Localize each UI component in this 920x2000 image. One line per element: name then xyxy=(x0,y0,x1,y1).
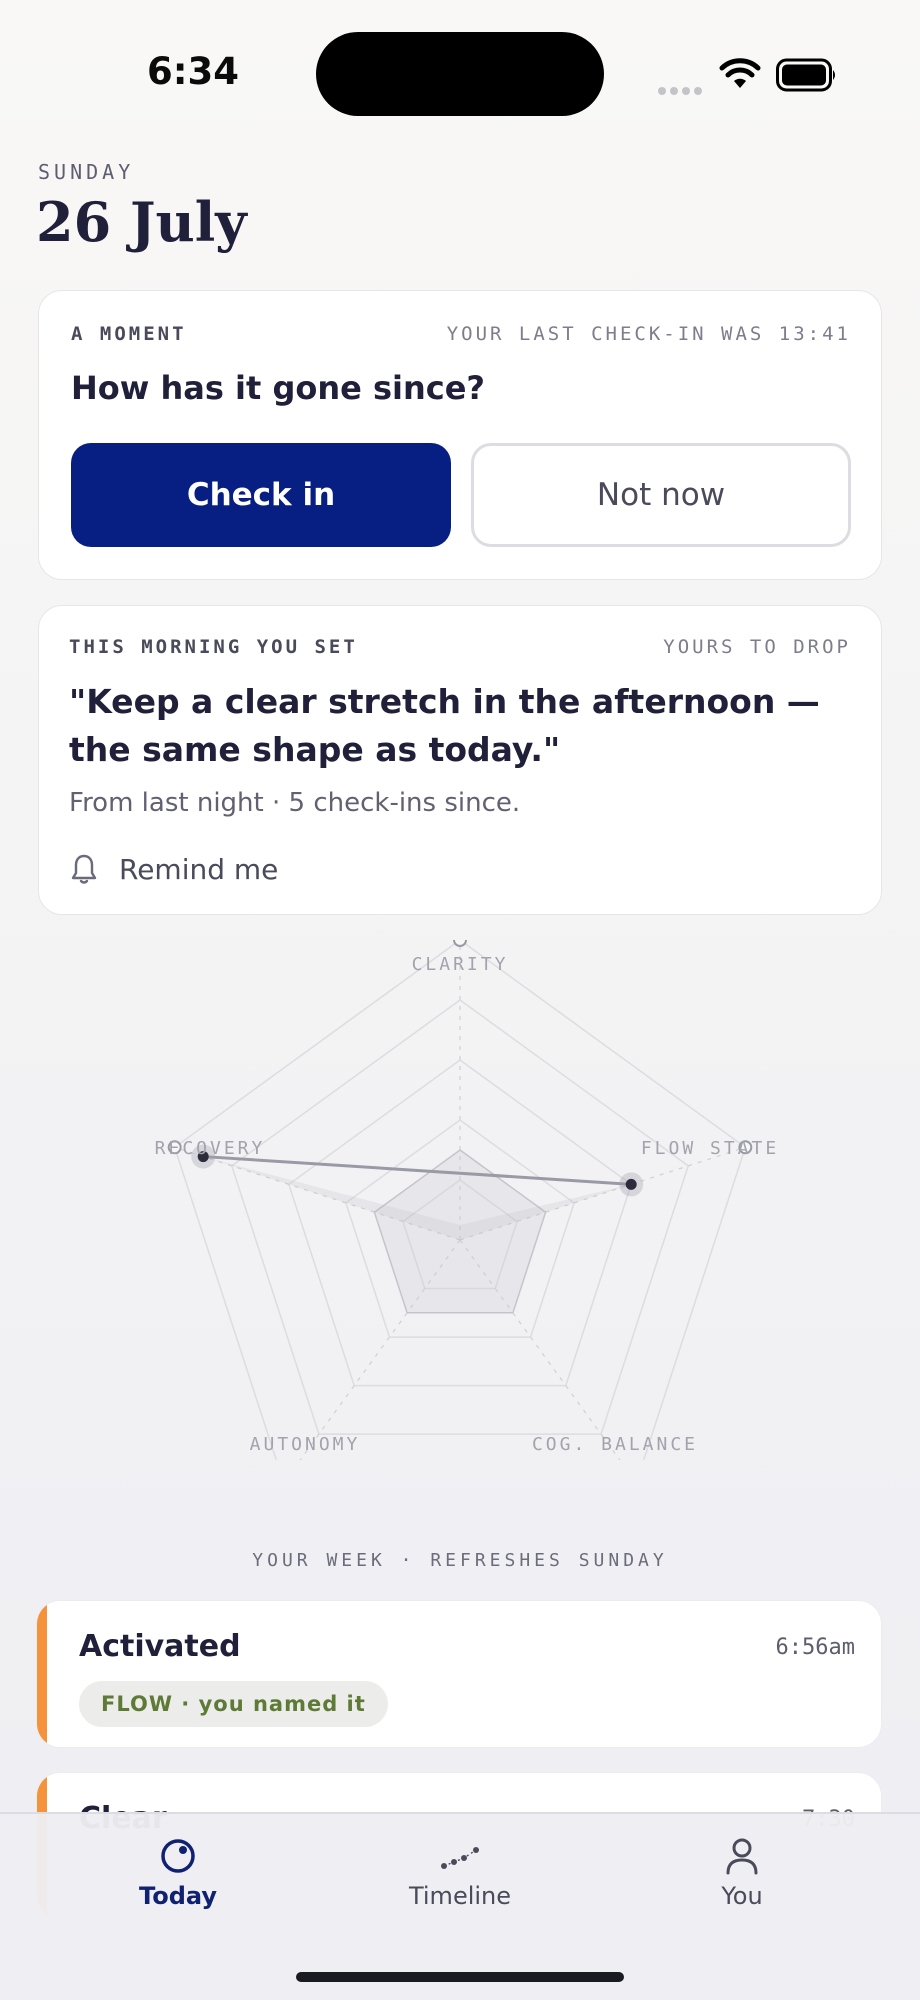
timeline-entry[interactable]: Activated 6:56am FLOW · you named it xyxy=(36,1600,882,1748)
radar-data-point xyxy=(625,1178,637,1190)
card-eyebrow: A MOMENT xyxy=(71,323,187,345)
intention-meta: From last night · 5 check-ins since. xyxy=(69,788,521,818)
tab-today[interactable]: Today xyxy=(78,1836,278,1910)
checkin-question: How has it gone since? xyxy=(71,369,485,407)
timeline-icon xyxy=(441,1847,479,1869)
status-bar: 6:34 xyxy=(0,0,920,150)
wifi-icon xyxy=(719,58,761,88)
radar-axis-label: AUTONOMY xyxy=(249,1434,361,1455)
tab-you[interactable]: You xyxy=(642,1836,842,1910)
wellbeing-radar-chart: CLARITY FLOW STATE COG. BALANCE AUTONOMY… xyxy=(0,933,920,1490)
entry-title: Activated xyxy=(79,1629,241,1664)
intention-quote: "Keep a clear stretch in the afternoon —… xyxy=(69,682,820,769)
checkin-prompt-card: A MOMENT YOUR LAST CHECK-IN WAS 13:41 Ho… xyxy=(38,290,882,580)
tab-label: Timeline xyxy=(408,1882,512,1910)
bell-icon xyxy=(71,854,97,884)
drop-intention-link[interactable]: YOURS TO DROP xyxy=(663,636,851,658)
remind-me-label: Remind me xyxy=(119,852,279,886)
check-in-button[interactable]: Check in xyxy=(71,443,451,547)
day-label: SUNDAY xyxy=(38,160,135,184)
radar-axis-endpoint xyxy=(453,933,467,947)
card-eyebrow: THIS MORNING YOU SET xyxy=(69,636,358,658)
radar-axis-label: CLARITY xyxy=(411,954,509,975)
dynamic-island xyxy=(316,32,604,116)
person-icon xyxy=(726,1838,758,1875)
battery-icon xyxy=(776,58,835,92)
intention-card: THIS MORNING YOU SET YOURS TO DROP "Keep… xyxy=(38,605,882,915)
radar-axis-label: FLOW STATE xyxy=(640,1138,780,1159)
tab-label: You xyxy=(721,1882,763,1910)
tab-label: Today xyxy=(139,1882,217,1910)
today-icon xyxy=(161,1839,195,1873)
radar-axis-label: RECOVERY xyxy=(154,1138,266,1159)
home-indicator xyxy=(296,1972,624,1982)
status-time: 6:34 xyxy=(146,50,240,93)
not-now-button[interactable]: Not now xyxy=(471,443,851,547)
last-checkin-label: YOUR LAST CHECK-IN WAS 13:41 xyxy=(446,323,851,345)
entry-accent xyxy=(37,1601,47,1747)
entry-time: 6:56am xyxy=(775,1635,855,1660)
entry-tag-chip: FLOW · you named it xyxy=(79,1681,388,1727)
remind-me-button[interactable]: Remind me xyxy=(69,852,278,886)
cellular-signal-icon xyxy=(658,80,706,99)
radar-axis-label: COG. BALANCE xyxy=(531,1434,699,1455)
radar-chart-svg xyxy=(167,933,753,1490)
week-section-label: YOUR WEEK · REFRESHES SUNDAY xyxy=(252,1550,668,1571)
tab-timeline[interactable]: Timeline xyxy=(360,1836,560,1910)
page-title: 26 July xyxy=(36,190,247,254)
